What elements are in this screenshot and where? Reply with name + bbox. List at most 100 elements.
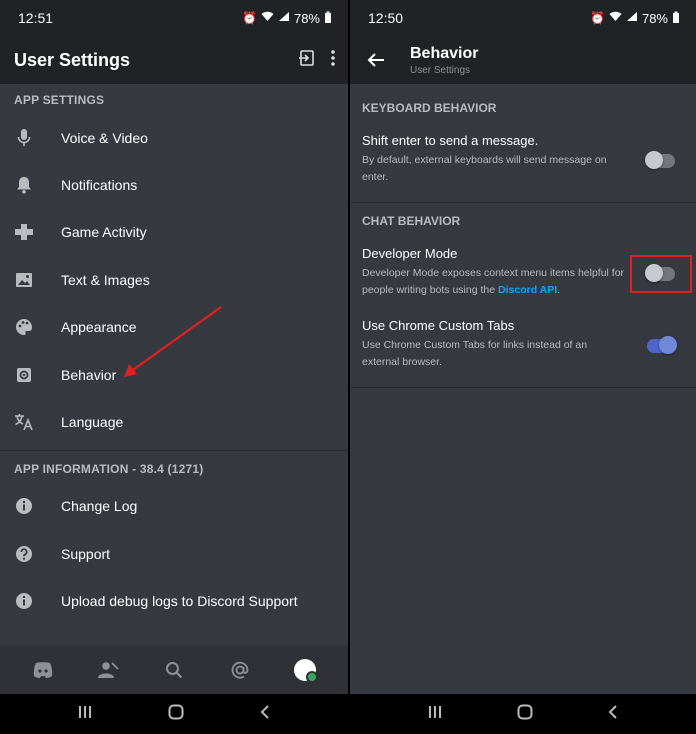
alarm-icon: ⏰ (590, 11, 605, 25)
translate-icon (14, 412, 34, 432)
signal-icon (278, 11, 290, 25)
menu-item-notifications[interactable]: Notifications (0, 161, 348, 208)
home-icon (168, 704, 184, 719)
avatar (294, 659, 319, 683)
developer-mode-toggle[interactable] (645, 264, 675, 282)
menu-item-behavior[interactable]: Behavior (0, 351, 348, 398)
shift-enter-toggle[interactable] (645, 151, 675, 169)
mic-icon (14, 128, 34, 148)
menu-item-support[interactable]: Support (0, 530, 348, 577)
app-header: User Settings (0, 36, 348, 84)
shift-enter-toggle-wrap (630, 142, 692, 180)
menu-item-language[interactable]: Language (0, 398, 348, 445)
status-time: 12:50 (368, 10, 404, 26)
back-icon (608, 704, 617, 719)
page-title: User Settings (14, 49, 131, 70)
section-divider (0, 449, 348, 451)
back-arrow-button[interactable] (364, 48, 388, 72)
gear-icon (14, 365, 34, 385)
battery-level: 78% (641, 10, 668, 26)
setting-text: Developer Mode Developer Mode exposes co… (362, 245, 626, 299)
setting-title: Use Chrome Custom Tabs (362, 318, 515, 333)
status-time: 12:51 (18, 10, 54, 26)
bottom-navigation (0, 646, 348, 694)
battery-icon (672, 11, 680, 26)
section-keyboard-behavior: KEYBOARD BEHAVIOR (362, 101, 497, 115)
status-bar: 12:50 ⏰ 78% (350, 0, 696, 36)
recent-apps-button[interactable] (427, 705, 443, 724)
nav-search-button[interactable] (159, 655, 189, 685)
chrome-tabs-toggle-wrap (630, 327, 692, 365)
palette-icon (14, 317, 34, 337)
more-options-button[interactable] (330, 49, 336, 72)
page-subtitle: User Settings (410, 65, 471, 76)
header-actions (298, 49, 336, 72)
setting-developer-mode: Developer Mode Developer Mode exposes co… (350, 239, 696, 311)
nav-home-button[interactable] (28, 655, 58, 685)
user-settings-screen: 12:51 ⏰ 78% User Settings APP SETTINGS V… (0, 0, 348, 734)
nav-mentions-button[interactable] (225, 655, 255, 685)
setting-chrome-custom-tabs: Use Chrome Custom Tabs Use Chrome Custom… (350, 311, 696, 383)
system-navigation-bar (350, 694, 696, 734)
recent-apps-icon (429, 705, 441, 718)
menu-item-label: Notifications (61, 177, 138, 194)
status-icons: ⏰ 78% (242, 11, 332, 26)
section-app-settings: APP SETTINGS (14, 93, 105, 107)
nav-friends-button[interactable] (93, 655, 123, 685)
menu-item-label: Change Log (61, 498, 138, 515)
setting-description: Developer Mode exposes context menu item… (362, 265, 626, 299)
back-icon (260, 704, 269, 719)
back-button[interactable] (607, 704, 619, 725)
nav-profile-button[interactable] (290, 655, 320, 685)
signal-icon (626, 11, 638, 25)
section-divider (350, 387, 696, 388)
toggle-knob (645, 151, 663, 169)
menu-item-upload-debug-logs[interactable]: Upload debug logs to Discord Support (0, 578, 348, 625)
mention-icon (231, 661, 248, 679)
logout-icon (299, 49, 314, 66)
discord-api-link[interactable]: Discord API (498, 284, 557, 296)
alarm-icon: ⏰ (242, 11, 257, 25)
recent-apps-button[interactable] (77, 705, 93, 724)
description-text: Developer Mode exposes context menu item… (362, 267, 625, 296)
menu-item-game-activity[interactable]: Game Activity (0, 209, 348, 256)
menu-item-label: Game Activity (61, 224, 147, 241)
logout-button[interactable] (298, 49, 316, 72)
status-icons: ⏰ 78% (590, 11, 680, 26)
help-icon (14, 544, 34, 564)
home-icon (517, 704, 533, 719)
setting-text: Use Chrome Custom Tabs Use Chrome Custom… (362, 317, 626, 371)
developer-mode-highlight-box (630, 255, 692, 293)
menu-item-text-images[interactable]: Text & Images (0, 256, 348, 303)
arrow-left-icon (367, 53, 384, 67)
kebab-menu-icon (331, 49, 335, 66)
app-header: Behavior User Settings (350, 36, 696, 84)
setting-text: Shift enter to send a message. By defaul… (362, 132, 626, 186)
wifi-icon (261, 11, 274, 25)
setting-description: Use Chrome Custom Tabs for links instead… (362, 339, 588, 368)
menu-item-appearance[interactable]: Appearance (0, 304, 348, 351)
section-chat-behavior: CHAT BEHAVIOR (362, 214, 461, 228)
menu-item-change-log[interactable]: Change Log (0, 483, 348, 530)
info-icon (14, 496, 34, 516)
menu-item-label: Behavior (61, 366, 117, 383)
search-icon (165, 662, 183, 679)
friends-icon (98, 662, 120, 678)
section-app-information: APP INFORMATION - 38.4 (1271) (14, 461, 204, 476)
page-title: Behavior (410, 45, 479, 62)
toggle-knob (659, 336, 677, 354)
back-button[interactable] (259, 704, 271, 725)
chrome-tabs-toggle[interactable] (647, 336, 677, 354)
home-button[interactable] (168, 704, 184, 725)
status-bar: 12:51 ⏰ 78% (0, 0, 348, 36)
battery-level: 78% (293, 10, 320, 26)
image-icon (14, 270, 34, 290)
discord-icon (33, 662, 52, 678)
wifi-icon (609, 11, 622, 25)
home-button[interactable] (517, 704, 533, 725)
setting-title: Shift enter to send a message. (362, 133, 539, 148)
menu-item-voice-video[interactable]: Voice & Video (0, 114, 348, 161)
recent-apps-icon (79, 705, 92, 718)
description-end: . (557, 284, 561, 296)
menu-item-label: Text & Images (61, 271, 150, 288)
